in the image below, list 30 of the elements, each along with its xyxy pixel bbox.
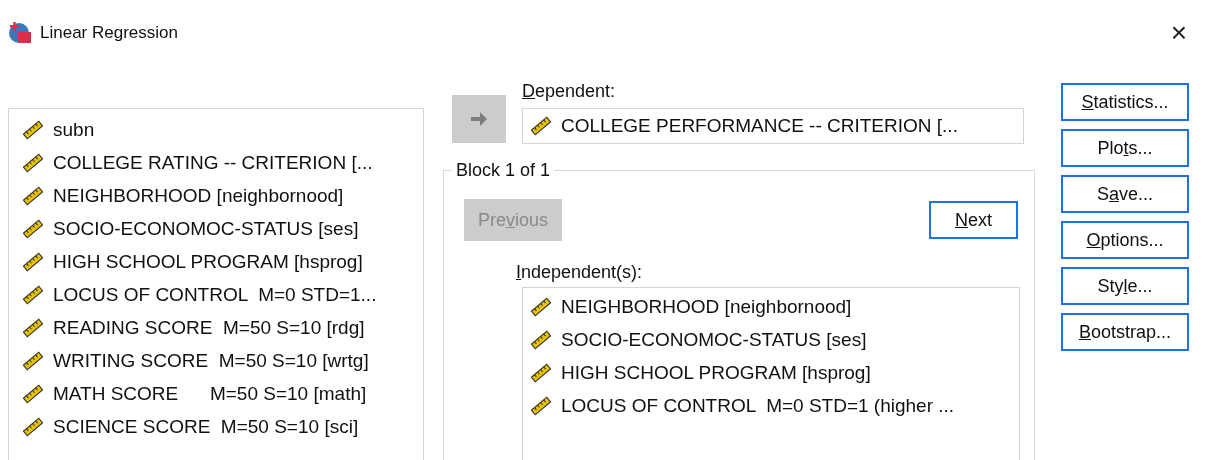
variable-item[interactable]: SOCIO-ECONOMOC-STATUS [ses] xyxy=(23,212,423,245)
variable-item[interactable]: MATH SCORE M=50 S=10 [math] xyxy=(23,377,423,410)
dialog-button[interactable]: Style... xyxy=(1061,267,1189,305)
variable-item[interactable]: COLLEGE RATING -- CRITERION [... xyxy=(23,146,423,179)
variable-list[interactable] xyxy=(8,108,424,460)
independent-item[interactable]: LOCUS OF CONTROL M=0 STD=1 (higher ... xyxy=(531,389,1019,422)
close-button[interactable]: × xyxy=(1170,21,1187,45)
dialog-button[interactable]: Bootstrap... xyxy=(1061,313,1189,351)
independents-label: Independent(s): xyxy=(516,261,644,283)
variable-item[interactable]: READING SCORE M=50 S=10 [rdg] xyxy=(23,311,423,344)
dependent-label: Dependent: xyxy=(522,80,617,102)
variable-item[interactable]: NEIGHBORHOOD [neighbornood] xyxy=(23,179,423,212)
variable-item[interactable]: SCIENCE SCORE M=50 S=10 [sci] xyxy=(23,410,423,443)
dialog-button[interactable]: Save... xyxy=(1061,175,1189,213)
dialog-button[interactable]: Options... xyxy=(1061,221,1189,259)
independent-item[interactable]: SOCIO-ECONOMOC-STATUS [ses] xyxy=(531,323,1019,356)
dialog-button[interactable]: Plots... xyxy=(1061,129,1189,167)
independents-list[interactable]: NEIGHBORHOOD [neighbornood] SOCIO-ECONOMOC-STATUS [ses] HIGH SCHOOL PROGRAM [hsprog] LOCUS OF CONTROL M=0 STD=1 (higher ... xyxy=(522,287,1020,460)
app-icon xyxy=(8,21,32,45)
variable-item[interactable]: subn xyxy=(23,113,423,146)
variable-item[interactable]: HIGH SCHOOL PROGRAM [hsprog] xyxy=(23,245,423,278)
window-title: Linear Regression xyxy=(40,22,179,44)
dependent-field[interactable]: COLLEGE PERFORMANCE -- CRITERION [... xyxy=(522,108,1024,144)
independent-item[interactable]: NEIGHBORHOOD [neighbornood] xyxy=(531,290,1019,323)
arrow-icon xyxy=(469,109,489,129)
dialog-button[interactable]: Statistics... xyxy=(1061,83,1189,121)
next-button[interactable]: Next xyxy=(929,201,1018,239)
variable-item[interactable]: WRITING SCORE M=50 S=10 [wrtg] xyxy=(23,344,423,377)
variable-item[interactable]: LOCUS OF CONTROL M=0 STD=1... xyxy=(23,278,423,311)
independent-item[interactable]: HIGH SCHOOL PROGRAM [hsprog] xyxy=(531,356,1019,389)
